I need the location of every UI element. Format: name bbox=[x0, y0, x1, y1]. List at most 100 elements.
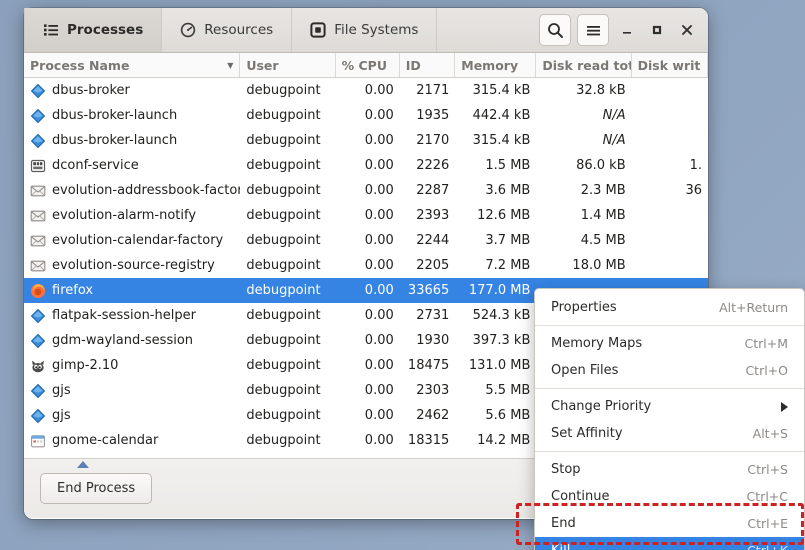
tab-file-systems[interactable]: File Systems bbox=[292, 8, 437, 52]
menu-separator bbox=[535, 325, 804, 326]
menu-item-kill[interactable]: KillCtrl+K bbox=[535, 537, 804, 550]
menu-item-stop[interactable]: StopCtrl+S bbox=[535, 456, 804, 483]
cell-memory: 177.0 MB bbox=[455, 283, 536, 298]
sort-descending-icon[interactable]: ▼ bbox=[227, 61, 233, 70]
cell-user: debugpoint bbox=[240, 158, 335, 173]
menu-item-accelerator: Alt+S bbox=[753, 426, 788, 441]
menu-item-accelerator: Ctrl+C bbox=[747, 489, 788, 504]
window-header-bar: ProcessesResourcesFile Systems bbox=[24, 8, 708, 53]
cell-memory: 7.2 MB bbox=[455, 258, 536, 273]
cell-cpu-value: 0.00 bbox=[365, 83, 394, 98]
cell-name: dbus-broker bbox=[24, 83, 240, 99]
cell-user-value: debugpoint bbox=[246, 383, 320, 398]
table-row[interactable]: evolution-calendar-factorydebugpoint0.00… bbox=[24, 228, 708, 253]
cell-user-value: debugpoint bbox=[246, 233, 320, 248]
cell-id-value: 33665 bbox=[408, 283, 449, 298]
cell-id-value: 1930 bbox=[416, 333, 449, 348]
cell-memory: 524.3 kB bbox=[455, 308, 536, 323]
tab-processes[interactable]: Processes bbox=[24, 8, 162, 52]
dbus-icon bbox=[30, 133, 46, 149]
tab-resources[interactable]: Resources bbox=[162, 8, 292, 52]
list-icon bbox=[43, 22, 59, 38]
menu-item-memory-maps[interactable]: Memory MapsCtrl+M bbox=[535, 330, 804, 357]
search-button[interactable] bbox=[539, 14, 571, 46]
minimize-button[interactable] bbox=[612, 10, 642, 50]
table-row[interactable]: dbus-broker-launchdebugpoint0.001935442.… bbox=[24, 103, 708, 128]
cell-name: dbus-broker-launch bbox=[24, 133, 240, 149]
cell-memory: 1.5 MB bbox=[455, 158, 536, 173]
menu-item-set-affinity[interactable]: Set AffinityAlt+S bbox=[535, 420, 804, 447]
process-name-label: gjs bbox=[52, 408, 71, 423]
mail-icon bbox=[30, 258, 46, 274]
cell-dread: N/A bbox=[536, 108, 631, 123]
column-header-dwrite[interactable]: Disk writ bbox=[632, 53, 708, 77]
dbus-icon bbox=[30, 308, 46, 324]
column-header-name[interactable]: Process Name▼ bbox=[24, 53, 240, 77]
cell-cpu: 0.00 bbox=[336, 308, 400, 323]
table-row[interactable]: dbus-brokerdebugpoint0.002171315.4 kB32.… bbox=[24, 78, 708, 103]
cell-user: debugpoint bbox=[240, 83, 335, 98]
process-name-label: evolution-addressbook-factory bbox=[52, 183, 240, 198]
cell-cpu-value: 0.00 bbox=[365, 383, 394, 398]
cell-cpu-value: 0.00 bbox=[365, 133, 394, 148]
menu-item-label: Memory Maps bbox=[551, 336, 745, 351]
end-process-button[interactable]: End Process bbox=[40, 473, 152, 504]
cell-user-value: debugpoint bbox=[246, 333, 320, 348]
cell-user-value: debugpoint bbox=[246, 208, 320, 223]
cell-dread: 4.5 MB bbox=[536, 233, 631, 248]
column-header-memory[interactable]: Memory bbox=[455, 53, 536, 77]
column-header-cpu[interactable]: % CPU bbox=[336, 53, 400, 77]
main-menu-button[interactable] bbox=[577, 14, 609, 46]
drive-icon bbox=[310, 22, 326, 38]
cell-dread-value: 32.8 kB bbox=[576, 83, 626, 98]
maximize-button[interactable] bbox=[642, 10, 672, 50]
header-spacer bbox=[437, 8, 536, 52]
process-context-menu[interactable]: PropertiesAlt+Return Memory MapsCtrl+MOpe… bbox=[534, 288, 805, 550]
mail-icon bbox=[30, 208, 46, 224]
cell-id: 33665 bbox=[400, 283, 456, 298]
cell-cpu: 0.00 bbox=[336, 83, 400, 98]
table-row[interactable]: evolution-source-registrydebugpoint0.002… bbox=[24, 253, 708, 278]
cell-user: debugpoint bbox=[240, 408, 335, 423]
menu-item-label: Stop bbox=[551, 462, 747, 477]
menu-item-accelerator: Ctrl+E bbox=[747, 516, 788, 531]
minimize-icon bbox=[620, 23, 634, 37]
table-row[interactable]: dbus-broker-launchdebugpoint0.002170315.… bbox=[24, 128, 708, 153]
cell-id-value: 2171 bbox=[416, 83, 449, 98]
cell-id-value: 2226 bbox=[416, 158, 449, 173]
cell-dread: 2.3 MB bbox=[536, 183, 631, 198]
menu-item-change-priority[interactable]: Change Priority bbox=[535, 393, 804, 420]
menu-separator bbox=[535, 388, 804, 389]
cell-name: evolution-calendar-factory bbox=[24, 233, 240, 249]
cell-cpu: 0.00 bbox=[336, 358, 400, 373]
cell-user: debugpoint bbox=[240, 333, 335, 348]
mail-icon bbox=[30, 233, 46, 249]
cell-memory: 442.4 kB bbox=[455, 108, 536, 123]
column-header-label: Disk read tota bbox=[542, 58, 631, 73]
close-button[interactable] bbox=[672, 10, 702, 50]
column-header-label: Memory bbox=[461, 58, 518, 73]
menu-item-open-files[interactable]: Open FilesCtrl+O bbox=[535, 357, 804, 384]
cell-name: dconf-service bbox=[24, 158, 240, 174]
column-header-id[interactable]: ID bbox=[400, 53, 456, 77]
menu-item-end[interactable]: EndCtrl+E bbox=[535, 510, 804, 537]
cell-name: gnome-calendar bbox=[24, 433, 240, 449]
column-header-user[interactable]: User bbox=[240, 53, 335, 77]
column-header-label: User bbox=[246, 58, 278, 73]
column-header-dread[interactable]: Disk read tota bbox=[536, 53, 631, 77]
gimp-icon bbox=[30, 358, 46, 374]
cell-cpu: 0.00 bbox=[336, 208, 400, 223]
table-row[interactable]: evolution-alarm-notifydebugpoint0.002393… bbox=[24, 203, 708, 228]
cell-memory-value: 442.4 kB bbox=[473, 108, 531, 123]
cell-dread: 86.0 kB bbox=[536, 158, 631, 173]
table-row[interactable]: dconf-servicedebugpoint0.0022261.5 MB86.… bbox=[24, 153, 708, 178]
cell-memory: 397.3 kB bbox=[455, 333, 536, 348]
gauge-icon bbox=[180, 22, 196, 38]
cell-id: 1930 bbox=[400, 333, 456, 348]
menu-item-continue[interactable]: ContinueCtrl+C bbox=[535, 483, 804, 510]
cell-id: 2462 bbox=[400, 408, 456, 423]
table-row[interactable]: evolution-addressbook-factorydebugpoint0… bbox=[24, 178, 708, 203]
menu-item-properties[interactable]: PropertiesAlt+Return bbox=[535, 294, 804, 321]
cell-id-value: 2393 bbox=[416, 208, 449, 223]
gauge-icon bbox=[180, 22, 196, 38]
